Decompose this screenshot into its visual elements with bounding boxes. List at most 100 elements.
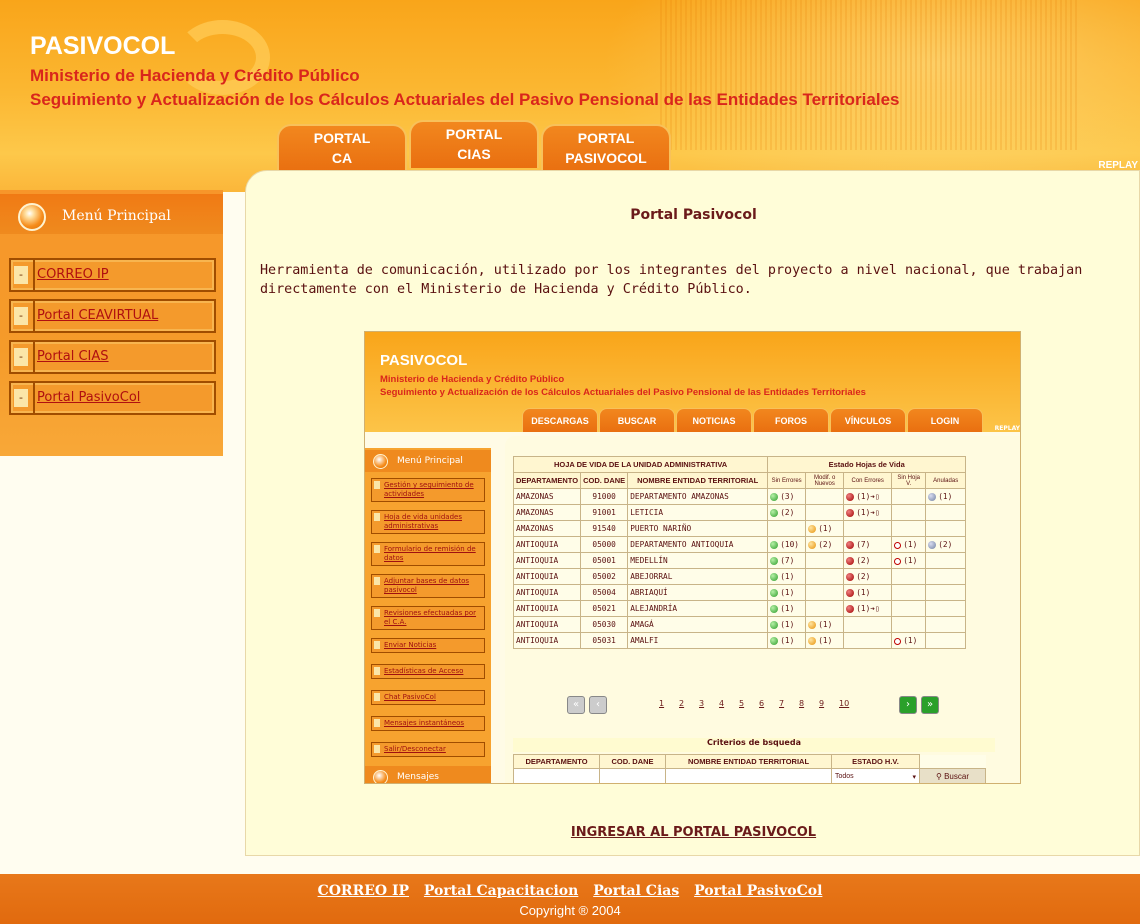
preview-menu-item: Hoja de vida unidades administrativas <box>371 510 485 534</box>
status-dot-icon <box>894 637 902 645</box>
table-cell: AMAGÁ <box>627 616 769 633</box>
status-count: (1) <box>903 636 918 645</box>
site-title: PASIVOCOL <box>30 32 176 60</box>
state-select-value: Todos <box>835 772 854 780</box>
col-header: COD. DANE <box>580 472 629 489</box>
status-dot-icon <box>928 493 937 501</box>
site-subtitle-ministry: Ministerio de Hacienda y Crédito Público <box>30 66 360 85</box>
table-cell: 91540 <box>580 520 629 537</box>
status-count: (2) <box>856 556 871 565</box>
status-cell <box>891 488 927 505</box>
table-title: HOJA DE VIDA DE LA UNIDAD ADMINISTRATIVA <box>512 456 769 473</box>
status-cell: (1)➔▯ <box>843 504 893 521</box>
table-cell: 05001 <box>580 552 629 569</box>
status-cell <box>805 600 845 617</box>
table-row: AMAZONAS 91540 PUERTO NARIÑO (1) <box>512 520 967 537</box>
status-cell <box>925 584 967 601</box>
footer-link-cias[interactable]: Portal Cias <box>593 883 679 899</box>
table-cell: 05031 <box>580 632 629 649</box>
sidebar-item-correo-ip[interactable]: - CORREO IP <box>9 258 216 292</box>
status-dot-icon <box>846 509 855 517</box>
status-cell: (1) <box>767 568 807 585</box>
status-cell: (1) <box>805 632 845 649</box>
preview-tab-foros: FOROS <box>753 408 829 432</box>
status-dot-icon <box>846 573 855 581</box>
table-cell: DEPARTAMENTO AMAZONAS <box>627 488 769 505</box>
sidebar-item-label[interactable]: Portal CIAS <box>37 349 109 364</box>
status-cell: (1) <box>891 632 927 649</box>
status-cell <box>891 600 927 617</box>
table-cell: MEDELLÍN <box>627 552 769 569</box>
status-dot-icon <box>770 493 779 501</box>
status-dot-icon <box>808 637 817 645</box>
status-dot-icon <box>894 557 902 565</box>
footer-link-capacitacion[interactable]: Portal Capacitacion <box>424 883 578 899</box>
status-count: (2) <box>856 572 871 581</box>
preview-menu-item: Revisiones efectuadas por el C.A. <box>371 606 485 630</box>
table-cell: AMAZONAS <box>512 520 582 537</box>
site-subtitle-project: Seguimiento y Actualización de los Cálcu… <box>30 90 900 109</box>
portal-preview-screenshot[interactable]: PASIVOCOL Ministerio de Hacienda y Crédi… <box>364 331 1021 784</box>
pagination: « ‹ 1 2 3 4 5 6 7 8 9 10 › » <box>513 694 1013 716</box>
status-cell: (2) <box>843 552 893 569</box>
status-dot-icon <box>770 541 779 549</box>
preview-menu-item: Salir/Desconectar <box>371 742 485 757</box>
status-cell: (1) <box>891 552 927 569</box>
sidebar-item-ceavirtual[interactable]: - Portal CEAVIRTUAL <box>9 299 216 333</box>
sidebar-item-label[interactable]: Portal PasivoCol <box>37 390 140 405</box>
status-dot-icon <box>808 541 817 549</box>
status-count: (1) <box>856 588 871 597</box>
table-row: ANTIOQUIA 05000 DEPARTAMENTO ANTIOQUIA (10)… <box>512 536 967 553</box>
table-cell: ANTIOQUIA <box>512 568 582 585</box>
status-cell: (2) <box>925 536 967 553</box>
status-count: (2) <box>938 540 953 549</box>
sidebar-item-pasivocol[interactable]: - Portal PasivoCol <box>9 381 216 415</box>
table-row: ANTIOQUIA 05002 ABEJORRAL (1) (2) <box>512 568 967 585</box>
status-cell: (1)➔▯ <box>843 600 893 617</box>
sidebar-item-cias[interactable]: - Portal CIAS <box>9 340 216 374</box>
tab-portal-ca[interactable]: PORTAL CA <box>277 124 407 172</box>
table-cell: ANTIOQUIA <box>512 632 582 649</box>
enter-portal-link[interactable]: INGRESAR AL PORTAL PASIVOCOL <box>246 825 1140 840</box>
table-cell: DEPARTAMENTO ANTIOQUIA <box>627 536 769 553</box>
footer-link-pasivocol[interactable]: Portal PasivoCol <box>694 883 822 899</box>
status-cell <box>925 632 967 649</box>
status-cell <box>891 504 927 521</box>
status-count: (1) <box>938 492 953 501</box>
table-cell: ANTIOQUIA <box>512 600 582 617</box>
preview-menu-title: Menú Principal <box>397 456 463 466</box>
sidebar-item-label[interactable]: Portal CEAVIRTUAL <box>37 308 158 323</box>
status-count: (1) <box>903 540 918 549</box>
page-link: 3 <box>699 699 705 708</box>
preview-menu-item: Enviar Noticias <box>371 638 485 653</box>
preview-tab-noticias: NOTICIAS <box>676 408 752 432</box>
tab-portal-pasivocol[interactable]: PORTAL PASIVOCOL <box>541 124 671 172</box>
status-count: (1)➔▯ <box>856 604 880 613</box>
header-banner: PASIVOCOL Ministerio de Hacienda y Crédi… <box>0 0 1140 192</box>
status-dot-icon <box>846 541 855 549</box>
status-count: (1) <box>780 636 795 645</box>
status-cell <box>843 520 893 537</box>
table-cell: 91000 <box>580 488 629 505</box>
criteria-header: NOMBRE ENTIDAD TERRITORIAL <box>665 754 832 769</box>
status-dot-icon <box>770 605 779 613</box>
status-cell: (1) <box>843 584 893 601</box>
status-cell: (10) <box>767 536 807 553</box>
status-count: (10) <box>780 540 799 549</box>
tab-portal-cias[interactable]: PORTAL CIAS <box>409 120 539 168</box>
footer-link-correo-ip[interactable]: CORREO IP <box>318 883 409 899</box>
first-page-icon: « <box>567 696 585 714</box>
status-cell <box>805 568 845 585</box>
bullet-icon: - <box>14 307 28 325</box>
status-cell <box>891 584 927 601</box>
status-cell: (1) <box>805 520 845 537</box>
table-cell: 05021 <box>580 600 629 617</box>
table-cell: ANTIOQUIA <box>512 584 582 601</box>
status-count: (1) <box>780 588 795 597</box>
table-row: AMAZONAS 91001 LETICIA (2) (1)➔▯ <box>512 504 967 521</box>
table-cell: 05004 <box>580 584 629 601</box>
table-row: AMAZONAS 91000 DEPARTAMENTO AMAZONAS (3) (1)… <box>512 488 967 505</box>
sidebar-item-label[interactable]: CORREO IP <box>37 267 109 282</box>
sidebar-title: Menú Principal <box>62 208 171 224</box>
status-cell: (1)➔▯ <box>843 488 893 505</box>
